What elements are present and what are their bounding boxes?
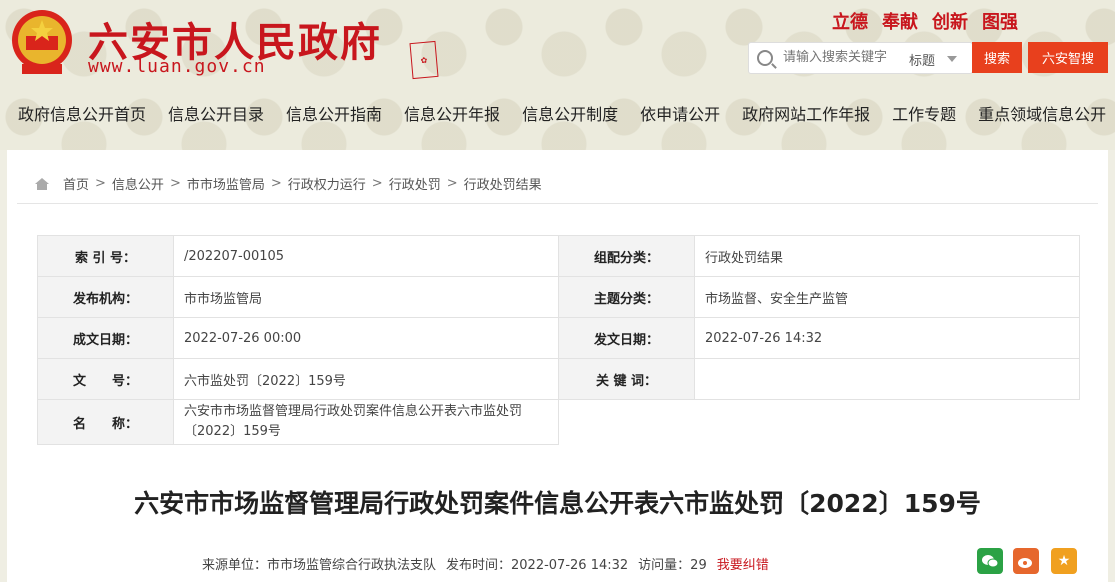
site-header: 六安市人民政府 www.luan.gov.cn ✿ 立德 奉献 创新 图强 标题… (0, 0, 1115, 150)
nav-item-guide[interactable]: 信息公开指南 (286, 96, 382, 134)
issued-date-value: 2022-07-26 14:32 (694, 317, 1080, 359)
wechat-share-icon[interactable] (977, 548, 1003, 574)
slogan: 立德 奉献 创新 图强 (832, 8, 1018, 34)
breadcrumb-penalty[interactable]: 行政处罚 (389, 174, 441, 193)
docno-label: 文 号： (37, 358, 174, 400)
group-label: 组配分类： (558, 235, 695, 277)
name-value: 六安市市场监督管理局行政处罚案件信息公开表六市监处罚〔2022〕159号 (173, 399, 559, 445)
topic-label: 主题分类： (558, 276, 695, 318)
nav-item-website-report[interactable]: 政府网站工作年报 (742, 96, 870, 134)
breadcrumb-penalty-result[interactable]: 行政处罚结果 (464, 174, 542, 193)
nav-item-annual-report[interactable]: 信息公开年报 (404, 96, 500, 134)
slogan-2: 奉献 (882, 12, 918, 33)
table-row: 名 称： 六安市市场监督管理局行政处罚案件信息公开表六市监处罚〔2022〕159… (37, 399, 1080, 445)
table-row: 文 号： 六市监处罚〔2022〕159号 关 键 词： (37, 358, 1080, 400)
search-scope-select[interactable]: 标题 (909, 50, 935, 69)
breadcrumb-market-bureau[interactable]: 市市场监管局 (187, 174, 265, 193)
index-value: /202207-00105 (173, 235, 559, 277)
source-info: 来源单位：市市场监管综合行政执法支队 发布时间：2022-07-26 14:32… (202, 554, 769, 573)
search-button[interactable]: 搜索 (972, 42, 1022, 73)
breadcrumb: 首页 > 信息公开 > 市市场监管局 > 行政权力运行 > 行政处罚 > 行政处罚结果 (35, 174, 542, 193)
group-value: 行政处罚结果 (694, 235, 1080, 277)
source-unit: 来源单位：市市场监管综合行政执法支队 (202, 558, 437, 573)
calligraphy-seal-icon: ✿ (409, 40, 439, 80)
table-row: 发布机构： 市市场监管局 主题分类： 市场监督、安全生产监管 (37, 276, 1080, 318)
publisher-label: 发布机构： (37, 276, 174, 318)
document-title: 六安市市场监督管理局行政处罚案件信息公开表六市监处罚〔2022〕159号 (134, 489, 981, 518)
topic-value: 市场监督、安全生产监管 (694, 276, 1080, 318)
breadcrumb-info-public[interactable]: 信息公开 (112, 174, 164, 193)
index-label: 索 引 号： (37, 235, 174, 277)
breadcrumb-admin-power[interactable]: 行政权力运行 (288, 174, 366, 193)
issued-date-label: 发文日期： (558, 317, 695, 359)
created-date-label: 成文日期： (37, 317, 174, 359)
docno-value: 六市监处罚〔2022〕159号 (173, 358, 559, 400)
created-date-value: 2022-07-26 00:00 (173, 317, 559, 359)
nav-item-topics[interactable]: 工作专题 (892, 96, 956, 134)
nav-item-system[interactable]: 信息公开制度 (522, 96, 618, 134)
smart-search-button[interactable]: 六安智搜 (1028, 42, 1108, 73)
content-panel: 首页 > 信息公开 > 市市场监管局 > 行政权力运行 > 行政处罚 > 行政处罚结果 索… (7, 150, 1108, 582)
nav-item-apply[interactable]: 依申请公开 (640, 96, 720, 134)
publish-time: 发布时间：2022-07-26 14:32 (446, 558, 629, 573)
favorite-star-icon[interactable]: ★ (1051, 548, 1077, 574)
slogan-1: 立德 (832, 12, 868, 33)
view-count: 访问量：29 (638, 558, 707, 573)
breadcrumb-home[interactable]: 首页 (63, 174, 89, 193)
keywords-value (694, 358, 1080, 400)
chevron-down-icon[interactable] (947, 56, 957, 62)
search-box: 标题 (748, 42, 973, 74)
table-row: 成文日期： 2022-07-26 00:00 发文日期： 2022-07-26 … (37, 317, 1080, 359)
nav-item-home[interactable]: 政府信息公开首页 (18, 96, 146, 134)
nav-item-key-areas[interactable]: 重点领域信息公开 (978, 96, 1106, 134)
slogan-4: 图强 (982, 12, 1018, 33)
national-emblem-icon (12, 10, 72, 74)
name-label: 名 称： (37, 399, 174, 445)
nav-item-catalog[interactable]: 信息公开目录 (168, 96, 264, 134)
report-error-link[interactable]: 我要纠错 (717, 554, 769, 573)
empty-cell (558, 399, 1080, 445)
main-nav: 政府信息公开首页 信息公开目录 信息公开指南 信息公开年报 信息公开制度 依申请… (0, 96, 1115, 134)
publisher-value: 市市场监管局 (173, 276, 559, 318)
search-icon (757, 50, 773, 66)
slogan-3: 创新 (932, 12, 968, 33)
keywords-label: 关 键 词： (558, 358, 695, 400)
weibo-share-icon[interactable] (1013, 548, 1039, 574)
home-icon (35, 177, 49, 190)
search-input[interactable] (781, 49, 905, 66)
document-meta-table: 索 引 号： /202207-00105 组配分类： 行政处罚结果 发布机构： … (37, 235, 1080, 445)
divider (17, 203, 1098, 204)
table-row: 索 引 号： /202207-00105 组配分类： 行政处罚结果 (37, 235, 1080, 277)
site-url: www.luan.gov.cn (88, 56, 266, 77)
